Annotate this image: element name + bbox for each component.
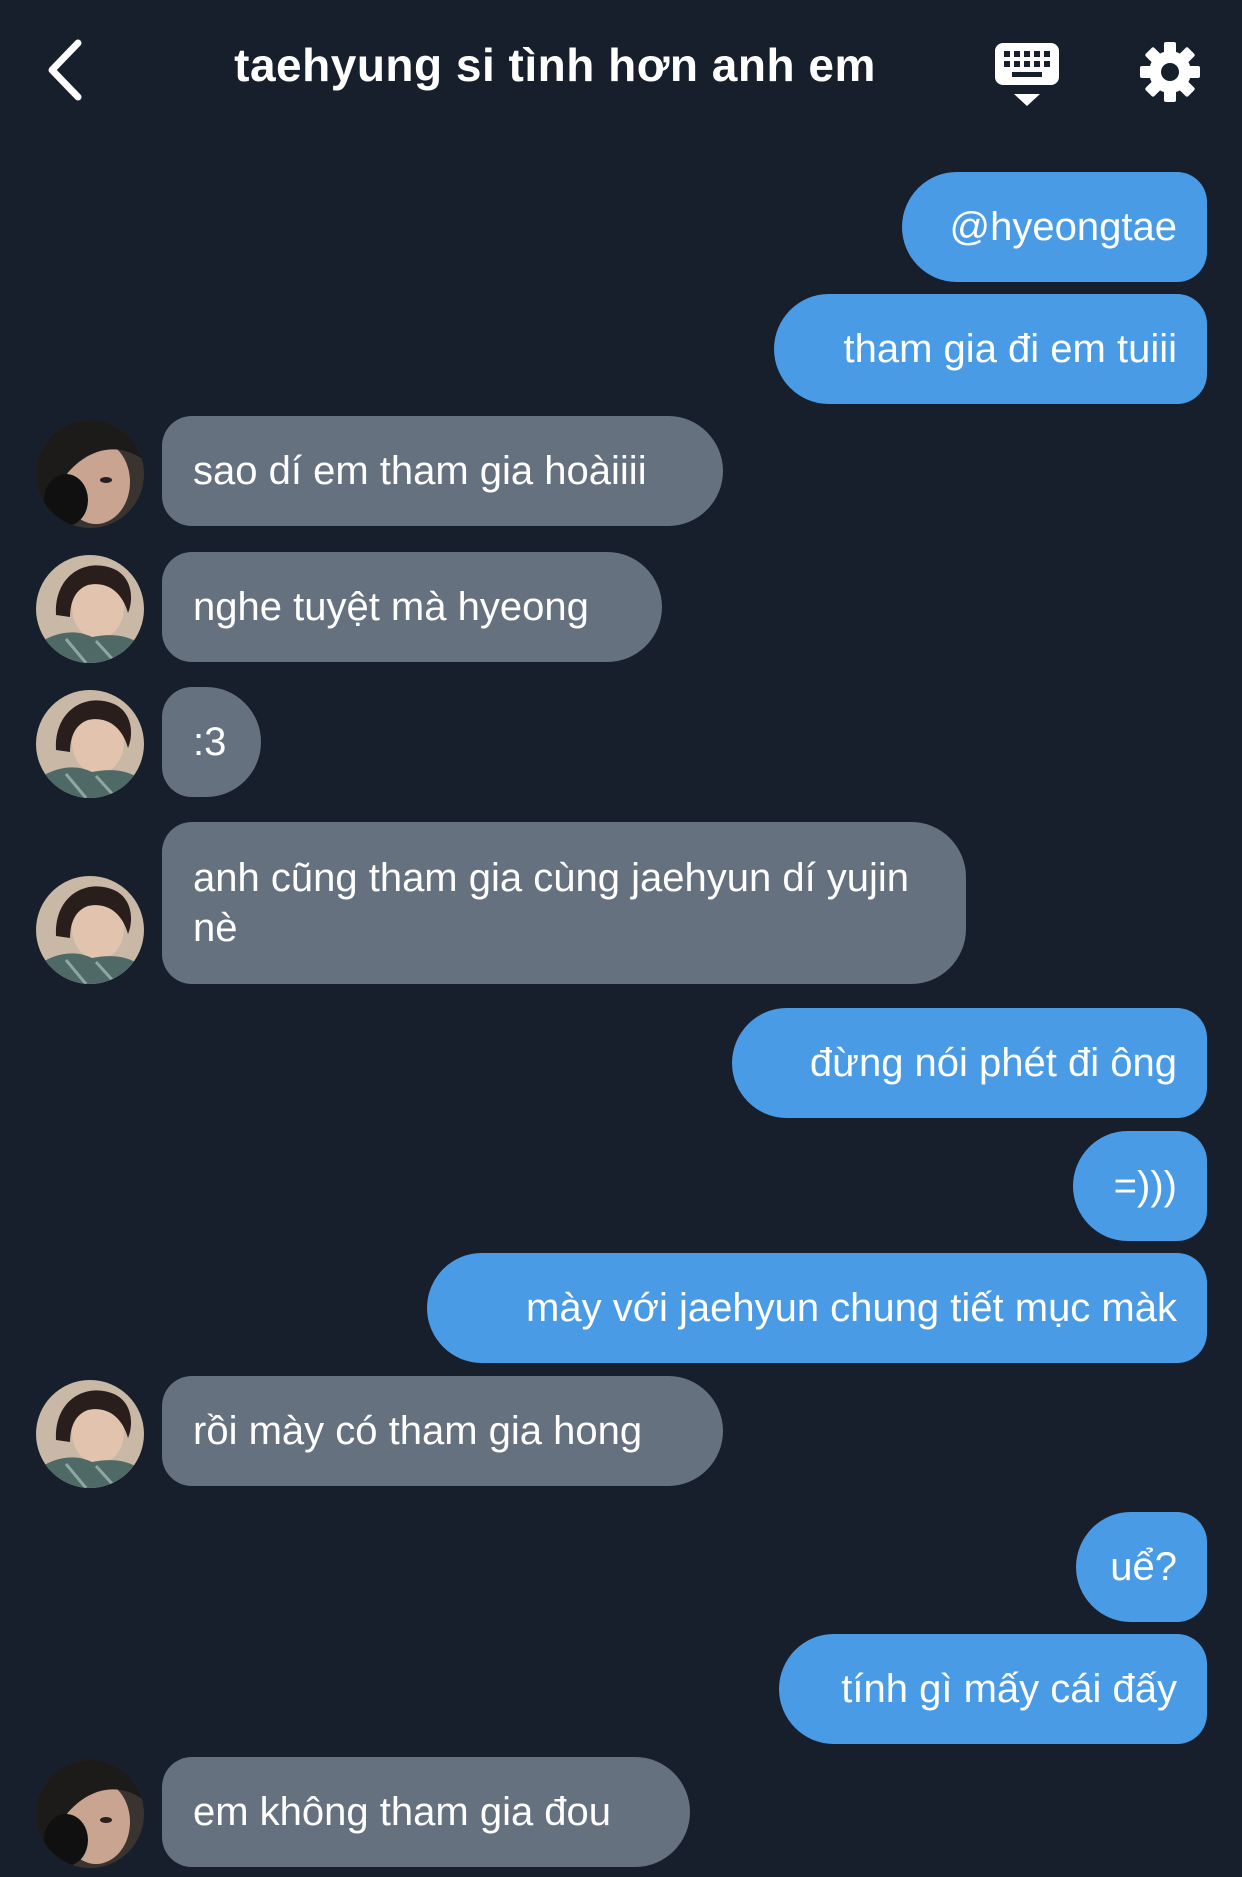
message-bubble-outgoing[interactable]: @hyeongtae xyxy=(902,172,1207,282)
chat-title: taehyung si tình hơn anh em xyxy=(234,39,876,91)
avatar[interactable] xyxy=(36,1380,144,1488)
message-bubble-outgoing[interactable]: mày với jaehyun chung tiết mục màk xyxy=(427,1253,1207,1363)
chat-header: taehyung si tình hơn anh em xyxy=(0,0,1242,150)
message-text: em không tham gia đou xyxy=(193,1790,612,1834)
keyboard-icon xyxy=(995,43,1059,106)
message-bubble-outgoing[interactable]: tham gia đi em tuiii xyxy=(774,294,1207,404)
message-bubble-incoming[interactable]: :3 xyxy=(162,687,261,797)
avatar-image xyxy=(36,555,144,663)
message-text: anh cũng tham gia cùng jaehyun dí yujin … xyxy=(193,856,910,950)
message-text: đừng nói phét đi ông xyxy=(809,1041,1177,1085)
message-text: =))) xyxy=(1113,1164,1177,1208)
avatar[interactable] xyxy=(36,690,144,798)
message-bubble-incoming[interactable]: rồi mày có tham gia hong xyxy=(162,1376,723,1486)
message-bubble-outgoing[interactable]: =))) xyxy=(1073,1131,1207,1241)
message-text: tham gia đi em tuiii xyxy=(843,327,1177,371)
message-bubble-incoming[interactable]: sao dí em tham gia hoàiiii xyxy=(162,416,723,526)
message-bubble-incoming[interactable]: nghe tuyệt mà hyeong xyxy=(162,552,662,662)
message-text: rồi mày có tham gia hong xyxy=(193,1409,643,1453)
avatar-image xyxy=(36,876,144,984)
message-bubble-outgoing[interactable]: uể? xyxy=(1076,1512,1207,1622)
avatar-image xyxy=(36,1760,144,1868)
message-text: sao dí em tham gia hoàiiii xyxy=(193,449,647,493)
gear-icon xyxy=(1140,42,1200,102)
avatar[interactable] xyxy=(36,876,144,984)
avatar-image xyxy=(36,690,144,798)
avatar[interactable] xyxy=(36,555,144,663)
settings-button[interactable] xyxy=(1138,40,1202,104)
message-text: nghe tuyệt mà hyeong xyxy=(193,585,589,629)
message-text: @hyeongtae xyxy=(949,205,1177,249)
avatar-image xyxy=(36,420,144,528)
back-button[interactable] xyxy=(40,35,100,105)
keyboard-button[interactable] xyxy=(992,40,1062,108)
message-text: uể? xyxy=(1110,1545,1177,1589)
message-text: :3 xyxy=(193,720,227,764)
message-bubble-incoming[interactable]: em không tham gia đou xyxy=(162,1757,690,1867)
message-bubble-incoming[interactable]: anh cũng tham gia cùng jaehyun dí yujin … xyxy=(162,822,966,984)
message-text: tính gì mấy cái đấy xyxy=(841,1667,1177,1711)
message-text: mày với jaehyun chung tiết mục màk xyxy=(526,1286,1177,1330)
avatar[interactable] xyxy=(36,1760,144,1868)
message-bubble-outgoing[interactable]: tính gì mấy cái đấy xyxy=(779,1634,1207,1744)
message-bubble-outgoing[interactable]: đừng nói phét đi ông xyxy=(732,1008,1207,1118)
chevron-left-icon xyxy=(48,39,82,101)
avatar-image xyxy=(36,1380,144,1488)
avatar[interactable] xyxy=(36,420,144,528)
